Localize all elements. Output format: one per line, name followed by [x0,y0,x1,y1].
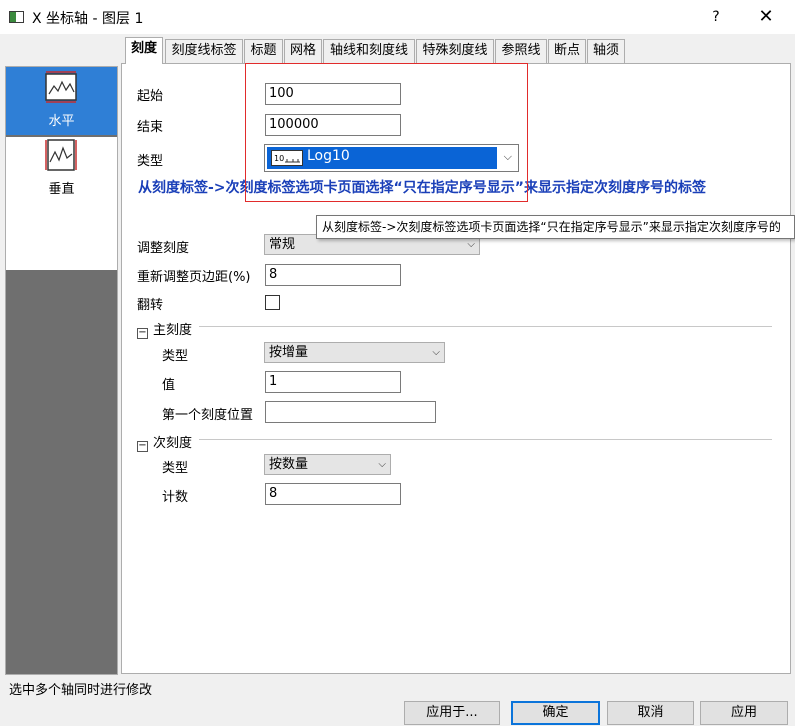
tab-scale[interactable]: 刻度 [125,37,163,64]
reverse-label: 翻转 [137,298,164,313]
axis-item-horizontal[interactable]: 水平 [6,67,117,135]
vertical-axis-icon [45,139,77,171]
status-text: 选中多个轴同时进行修改 [9,683,153,698]
end-label: 结束 [137,120,164,135]
help-button[interactable]: ? [704,6,728,28]
divider [199,439,772,440]
type-label: 类型 [137,154,164,169]
apply-button[interactable]: 应用 [700,701,788,725]
scale-type-dropdown[interactable]: 10 Log10 ⌵ [264,144,519,172]
apply-to-button[interactable]: 应用于... [404,701,500,725]
major-type-value: 按增量 [269,345,309,360]
reverse-checkbox[interactable] [265,295,280,310]
scale-type-value: Log10 [307,148,350,164]
start-input[interactable]: 100 [265,83,401,105]
collapse-icon: − [137,327,148,339]
divider [199,326,772,327]
minor-count-label: 计数 [162,490,189,505]
app-icon [9,11,24,23]
major-value-input[interactable]: 1 [265,371,401,393]
window-title: X 坐标轴 - 图层 1 [32,11,144,27]
tooltip: 从刻度标签->次刻度标签选项卡页面选择“只在指定序号显示”来显示指定次刻度序号的 [316,215,795,239]
tab-reference-lines[interactable]: 参照线 [495,39,547,63]
minor-count-input[interactable]: 8 [265,483,401,505]
svg-text:10: 10 [274,154,284,163]
axis-item-label: 垂直 [48,182,75,197]
minor-ticks-header[interactable]: − 次刻度 [137,432,192,452]
tab-special-ticks[interactable]: 特殊刻度线 [416,39,494,63]
major-ticks-header[interactable]: − 主刻度 [137,319,192,339]
axis-item-vertical[interactable]: 垂直 [6,135,117,201]
rescale-margin-input[interactable]: 8 [265,264,401,286]
minor-type-dropdown[interactable]: 按数量 ⌵ [264,454,391,475]
log-scale-icon: 10 [271,150,303,166]
start-label: 起始 [137,89,164,104]
rescale-label: 调整刻度 [137,241,190,256]
major-type-dropdown[interactable]: 按增量 ⌵ [264,342,445,363]
anchor-tick-input[interactable] [265,401,436,423]
rescale-margin-label: 重新调整页边距(%) [137,270,251,285]
chevron-down-icon: ⌵ [503,150,512,163]
ok-button[interactable]: 确定 [511,701,600,725]
axis-item-label: 水平 [48,114,75,129]
minor-type-value: 按数量 [269,457,309,472]
anchor-tick-label: 第一个刻度位置 [162,408,254,423]
chevron-down-icon: ⌵ [432,347,440,358]
tab-line-and-ticks[interactable]: 轴线和刻度线 [323,39,415,63]
close-button[interactable]: ✕ [752,5,780,29]
cancel-button[interactable]: 取消 [607,701,694,725]
end-input[interactable]: 100000 [265,114,401,136]
chevron-down-icon: ⌵ [378,459,386,470]
minor-type-label: 类型 [162,461,189,476]
tab-title[interactable]: 标题 [244,39,283,63]
minor-ticks-heading: 次刻度 [153,436,193,451]
hint-text: 从刻度标签->次刻度标签选项卡页面选择“只在指定序号显示”来显示指定次刻度序号的… [138,180,706,196]
horizontal-axis-icon [45,71,77,103]
rescale-value: 常规 [269,237,296,252]
tab-breaks[interactable]: 断点 [548,39,586,63]
major-type-label: 类型 [162,349,189,364]
major-value-label: 值 [162,378,176,393]
tab-rug[interactable]: 轴须 [587,39,625,63]
collapse-icon: − [137,440,148,452]
tab-grid[interactable]: 网格 [284,39,322,63]
scale-type-selection: 10 Log10 [267,147,497,169]
major-ticks-heading: 主刻度 [153,323,193,338]
tab-tick-labels[interactable]: 刻度线标签 [165,39,243,63]
